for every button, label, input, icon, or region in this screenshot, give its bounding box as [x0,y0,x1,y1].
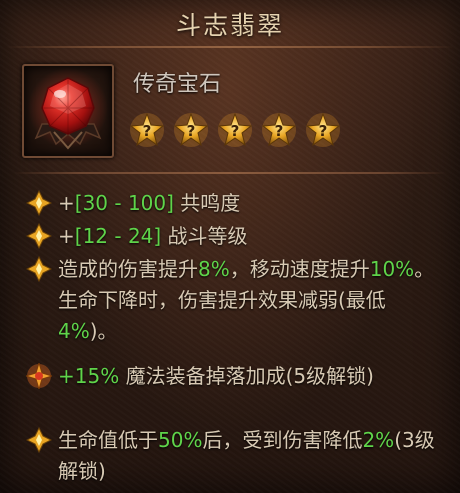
stat-label: 后，受到伤害降低 [202,428,363,452]
stat-text: 造成的伤害提升8%，移动速度提升10%。生命下降时，伤害提升效果减弱(最低4%)… [58,254,436,347]
star-icon: ? [173,112,209,148]
stat-line: +[12 - 24] 战斗等级 [25,221,436,252]
stat-label: 共鸣度 [173,191,241,215]
red-gem-icon [28,68,108,150]
stat-line: 生命值低于50%后，受到伤害降低2%(3级解锁) [25,425,436,487]
item-name: 斗志翡翠 [175,11,284,40]
stat-line: 造成的伤害提升8%，移动速度提升10%。生命下降时，伤害提升效果减弱(最低4%)… [25,254,436,347]
svg-text:?: ? [319,122,328,140]
item-type-label: 传奇宝石 [133,72,222,97]
stat-label: + [58,224,75,248]
stat-value: 4% [58,319,90,343]
sparkle-bullet-icon [24,361,58,391]
stat-value: 8% [198,257,230,281]
section-divider [14,172,446,174]
gem-icon-frame [22,64,114,158]
stat-line: +15% 魔法装备掉落加成(5级解锁) [24,361,436,392]
stat-label: 造成的伤害提升 [58,257,198,281]
stat-label: ，移动速度提升 [229,257,370,281]
stat-value: 10% [369,257,415,281]
stat-text: 生命值低于50%后，受到伤害降低2%(3级解锁) [58,425,436,487]
stat-value: [30 - 100] [74,191,174,215]
stat-text: +[12 - 24] 战斗等级 [58,221,436,252]
star-icon: ? [217,112,253,148]
stat-label: )。 [89,319,118,343]
stat-value: [12 - 24] [74,224,162,248]
diamond-bullet-icon [25,426,58,454]
stat-value: +15% [58,364,120,388]
star-rating: ? ? ? ? ? [129,112,341,148]
star-icon: ? [129,112,165,148]
svg-text:?: ? [143,122,152,140]
stat-text: +[30 - 100] 共鸣度 [58,188,436,219]
svg-text:?: ? [231,122,240,140]
star-icon: ? [305,112,341,148]
gem-tooltip-panel: 斗志翡翠 传奇宝石 ? ? ? ? ? +[30 - 100] 共鸣度 +[12… [0,0,460,493]
title-divider [6,46,454,48]
stat-value: 2% [362,428,395,452]
svg-text:?: ? [275,122,284,140]
stat-label: + [58,191,75,215]
stat-value: 50% [158,428,203,452]
stat-line: +[30 - 100] 共鸣度 [25,188,436,219]
svg-text:?: ? [187,122,196,140]
stat-label: 生命值低于 [58,428,158,452]
stat-label: 战斗等级 [161,224,248,248]
stat-text: +15% 魔法装备掉落加成(5级解锁) [58,361,436,392]
stat-label: 魔法装备掉落加成(5级解锁) [119,364,374,388]
diamond-bullet-icon [25,255,58,283]
diamond-bullet-icon [25,222,58,250]
diamond-bullet-icon [25,189,58,217]
star-icon: ? [261,112,297,148]
